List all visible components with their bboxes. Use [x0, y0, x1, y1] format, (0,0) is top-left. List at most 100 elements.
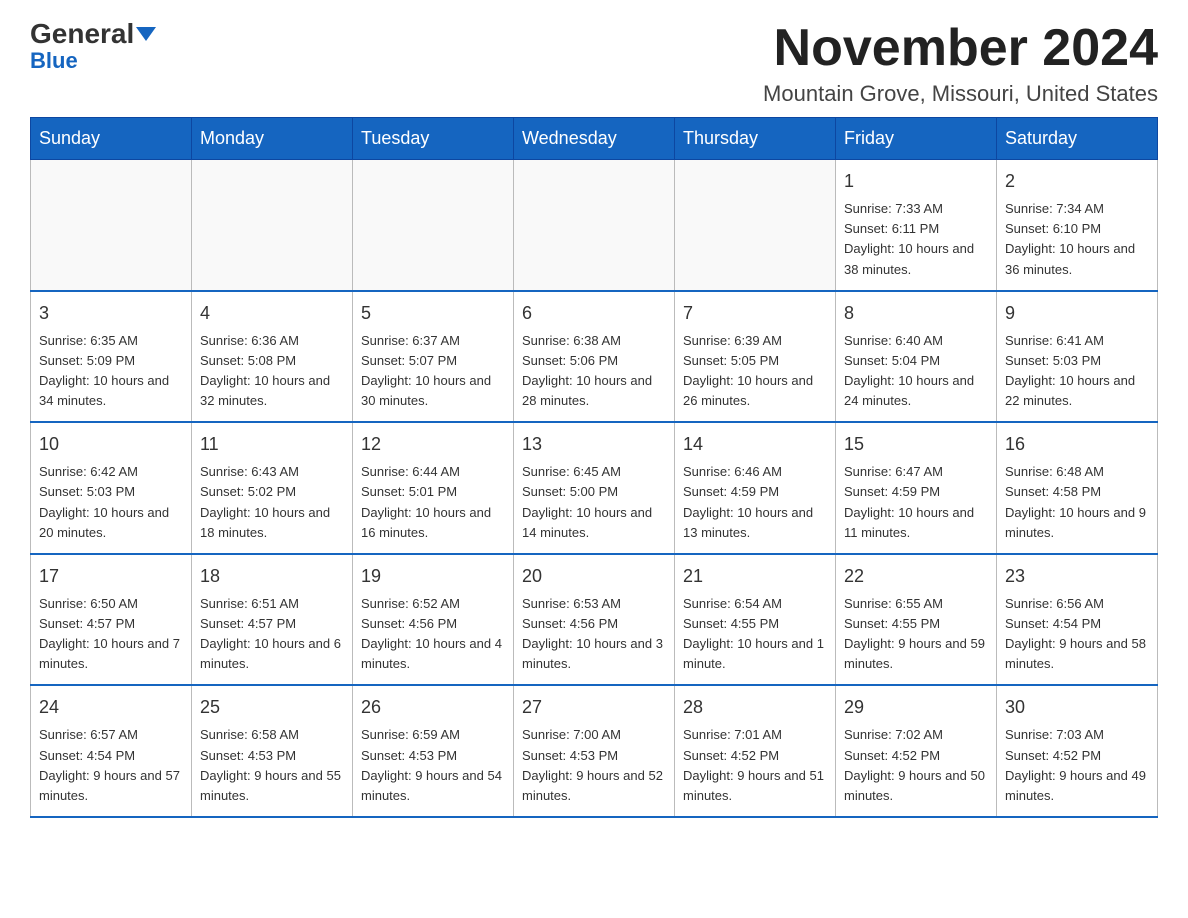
day-number: 1: [844, 168, 988, 195]
day-info: Sunrise: 6:44 AMSunset: 5:01 PMDaylight:…: [361, 462, 505, 543]
day-info: Sunrise: 6:39 AMSunset: 5:05 PMDaylight:…: [683, 331, 827, 412]
table-row: 2Sunrise: 7:34 AMSunset: 6:10 PMDaylight…: [997, 160, 1158, 291]
table-row: 28 Sunrise: 7:01 AMSunset: 4:52 PMDayligh…: [675, 685, 836, 817]
title-section: November 2024 Mountain Grove, Missouri, …: [763, 20, 1158, 107]
table-row: 23 Sunrise: 6:56 AMSunset: 4:54 PMDayligh…: [997, 554, 1158, 686]
day-number: 10: [39, 431, 183, 458]
day-info: Sunrise: 6:42 AMSunset: 5:03 PMDaylight:…: [39, 462, 183, 543]
table-row: 20Sunrise: 6:53 AMSunset: 4:56 PMDayligh…: [514, 554, 675, 686]
day-number: 16: [1005, 431, 1149, 458]
table-row: [31, 160, 192, 291]
day-info: Sunrise: 7:03 AMSunset: 4:52 PMDaylight:…: [1005, 725, 1149, 806]
month-title: November 2024: [763, 20, 1158, 77]
logo-general-text: General: [30, 20, 134, 48]
table-row: 15 Sunrise: 6:47 AMSunset: 4:59 PMDayligh…: [836, 422, 997, 554]
day-info: Sunrise: 7:33 AMSunset: 6:11 PMDaylight:…: [844, 199, 988, 280]
day-info: Sunrise: 6:52 AMSunset: 4:56 PMDaylight:…: [361, 594, 505, 675]
table-row: 7 Sunrise: 6:39 AMSunset: 5:05 PMDaylight…: [675, 291, 836, 423]
day-info: Sunrise: 7:34 AMSunset: 6:10 PMDaylight:…: [1005, 199, 1149, 280]
day-info: Sunrise: 7:02 AMSunset: 4:52 PMDaylight:…: [844, 725, 988, 806]
location-text: Mountain Grove, Missouri, United States: [763, 81, 1158, 107]
table-row: 1 Sunrise: 7:33 AMSunset: 6:11 PMDaylight…: [836, 160, 997, 291]
table-row: 12 Sunrise: 6:44 AMSunset: 5:01 PMDayligh…: [353, 422, 514, 554]
table-row: 17 Sunrise: 6:50 AMSunset: 4:57 PMDayligh…: [31, 554, 192, 686]
day-number: 19: [361, 563, 505, 590]
logo: General Blue: [30, 20, 156, 74]
table-row: 14Sunrise: 6:46 AMSunset: 4:59 PMDayligh…: [675, 422, 836, 554]
table-row: [192, 160, 353, 291]
day-info: Sunrise: 6:43 AMSunset: 5:02 PMDaylight:…: [200, 462, 344, 543]
day-info: Sunrise: 7:00 AMSunset: 4:53 PMDaylight:…: [522, 725, 666, 806]
day-number: 3: [39, 300, 183, 327]
day-info: Sunrise: 6:59 AMSunset: 4:53 PMDaylight:…: [361, 725, 505, 806]
day-info: Sunrise: 6:40 AMSunset: 5:04 PMDaylight:…: [844, 331, 988, 412]
logo-triangle-icon: [136, 27, 156, 41]
week-row-2: 3 Sunrise: 6:35 AMSunset: 5:09 PMDaylight…: [31, 291, 1158, 423]
calendar-header: SundayMondayTuesdayWednesdayThursdayFrid…: [31, 118, 1158, 160]
day-info: Sunrise: 6:54 AMSunset: 4:55 PMDaylight:…: [683, 594, 827, 675]
day-number: 6: [522, 300, 666, 327]
day-info: Sunrise: 7:01 AMSunset: 4:52 PMDaylight:…: [683, 725, 827, 806]
table-row: [675, 160, 836, 291]
day-info: Sunrise: 6:57 AMSunset: 4:54 PMDaylight:…: [39, 725, 183, 806]
table-row: 24 Sunrise: 6:57 AMSunset: 4:54 PMDayligh…: [31, 685, 192, 817]
day-number: 15: [844, 431, 988, 458]
day-info: Sunrise: 6:48 AMSunset: 4:58 PMDaylight:…: [1005, 462, 1149, 543]
table-row: 9 Sunrise: 6:41 AMSunset: 5:03 PMDaylight…: [997, 291, 1158, 423]
day-number: 8: [844, 300, 988, 327]
day-info: Sunrise: 6:50 AMSunset: 4:57 PMDaylight:…: [39, 594, 183, 675]
day-number: 5: [361, 300, 505, 327]
page-header: General Blue November 2024 Mountain Grov…: [30, 20, 1158, 107]
day-info: Sunrise: 6:37 AMSunset: 5:07 PMDaylight:…: [361, 331, 505, 412]
table-row: 18Sunrise: 6:51 AMSunset: 4:57 PMDayligh…: [192, 554, 353, 686]
header-thursday: Thursday: [675, 118, 836, 160]
day-info: Sunrise: 6:38 AMSunset: 5:06 PMDaylight:…: [522, 331, 666, 412]
day-number: 9: [1005, 300, 1149, 327]
header-monday: Monday: [192, 118, 353, 160]
header-tuesday: Tuesday: [353, 118, 514, 160]
table-row: 30 Sunrise: 7:03 AMSunset: 4:52 PMDayligh…: [997, 685, 1158, 817]
day-info: Sunrise: 6:45 AMSunset: 5:00 PMDaylight:…: [522, 462, 666, 543]
table-row: 13 Sunrise: 6:45 AMSunset: 5:00 PMDayligh…: [514, 422, 675, 554]
week-row-5: 24 Sunrise: 6:57 AMSunset: 4:54 PMDayligh…: [31, 685, 1158, 817]
day-info: Sunrise: 6:36 AMSunset: 5:08 PMDaylight:…: [200, 331, 344, 412]
calendar-table: SundayMondayTuesdayWednesdayThursdayFrid…: [30, 117, 1158, 818]
table-row: [514, 160, 675, 291]
day-number: 23: [1005, 563, 1149, 590]
day-number: 20: [522, 563, 666, 590]
table-row: 29 Sunrise: 7:02 AMSunset: 4:52 PMDayligh…: [836, 685, 997, 817]
day-number: 29: [844, 694, 988, 721]
day-info: Sunrise: 6:35 AMSunset: 5:09 PMDaylight:…: [39, 331, 183, 412]
table-row: 16 Sunrise: 6:48 AMSunset: 4:58 PMDayligh…: [997, 422, 1158, 554]
table-row: 26Sunrise: 6:59 AMSunset: 4:53 PMDayligh…: [353, 685, 514, 817]
day-number: 21: [683, 563, 827, 590]
day-number: 30: [1005, 694, 1149, 721]
header-sunday: Sunday: [31, 118, 192, 160]
table-row: 11Sunrise: 6:43 AMSunset: 5:02 PMDayligh…: [192, 422, 353, 554]
day-number: 24: [39, 694, 183, 721]
day-number: 17: [39, 563, 183, 590]
day-number: 13: [522, 431, 666, 458]
day-number: 28: [683, 694, 827, 721]
table-row: 25Sunrise: 6:58 AMSunset: 4:53 PMDayligh…: [192, 685, 353, 817]
table-row: 6 Sunrise: 6:38 AMSunset: 5:06 PMDaylight…: [514, 291, 675, 423]
day-info: Sunrise: 6:56 AMSunset: 4:54 PMDaylight:…: [1005, 594, 1149, 675]
table-row: 21 Sunrise: 6:54 AMSunset: 4:55 PMDayligh…: [675, 554, 836, 686]
week-row-1: 1 Sunrise: 7:33 AMSunset: 6:11 PMDaylight…: [31, 160, 1158, 291]
day-info: Sunrise: 6:47 AMSunset: 4:59 PMDaylight:…: [844, 462, 988, 543]
week-row-4: 17 Sunrise: 6:50 AMSunset: 4:57 PMDayligh…: [31, 554, 1158, 686]
day-number: 7: [683, 300, 827, 327]
week-row-3: 10 Sunrise: 6:42 AMSunset: 5:03 PMDayligh…: [31, 422, 1158, 554]
table-row: 3 Sunrise: 6:35 AMSunset: 5:09 PMDaylight…: [31, 291, 192, 423]
day-number: 12: [361, 431, 505, 458]
day-number: 27: [522, 694, 666, 721]
day-number: 25: [200, 694, 344, 721]
day-number: 22: [844, 563, 988, 590]
header-saturday: Saturday: [997, 118, 1158, 160]
table-row: 4Sunrise: 6:36 AMSunset: 5:08 PMDaylight…: [192, 291, 353, 423]
day-info: Sunrise: 6:41 AMSunset: 5:03 PMDaylight:…: [1005, 331, 1149, 412]
day-info: Sunrise: 6:46 AMSunset: 4:59 PMDaylight:…: [683, 462, 827, 543]
table-row: [353, 160, 514, 291]
days-of-week-row: SundayMondayTuesdayWednesdayThursdayFrid…: [31, 118, 1158, 160]
logo-blue-text: Blue: [30, 48, 78, 73]
